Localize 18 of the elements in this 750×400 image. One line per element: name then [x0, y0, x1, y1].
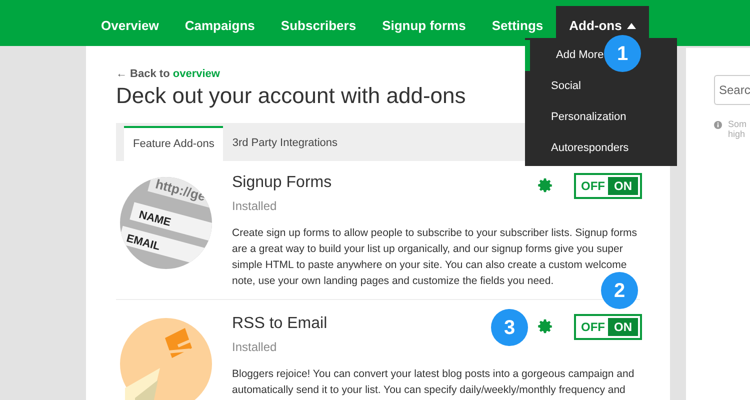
menu-item[interactable]: Autoresponders [525, 133, 677, 164]
menu-item[interactable]: Social [525, 71, 677, 102]
search-field[interactable]: Searc [714, 75, 750, 105]
addon-status: Installed [232, 198, 278, 214]
tab[interactable]: 3rd Party Integrations [223, 126, 347, 160]
on-off-toggle[interactable]: OFF ON [574, 314, 642, 340]
addon-status: Installed [232, 338, 278, 356]
gear-icon[interactable] [537, 318, 554, 335]
tab[interactable]: Feature Add-ons [124, 126, 224, 160]
info-note: Som high [728, 119, 747, 139]
gear-icon[interactable] [537, 177, 554, 194]
on-off-toggle[interactable]: OFF ON [574, 172, 642, 198]
info-icon [714, 121, 722, 129]
page-heading: Deck out your account with add-ons [116, 82, 466, 108]
addon-title: RSS to Email [232, 314, 328, 334]
addon-description: Bloggers rejoice! You can convert your latest blog posts into a gorgeous campaign and automatically send it to your list. You can specify daily/weekly/monthly frequency and [232, 366, 636, 398]
addon-title: Signup Forms [232, 172, 332, 192]
menu-item[interactable]: Personalization [525, 102, 677, 133]
